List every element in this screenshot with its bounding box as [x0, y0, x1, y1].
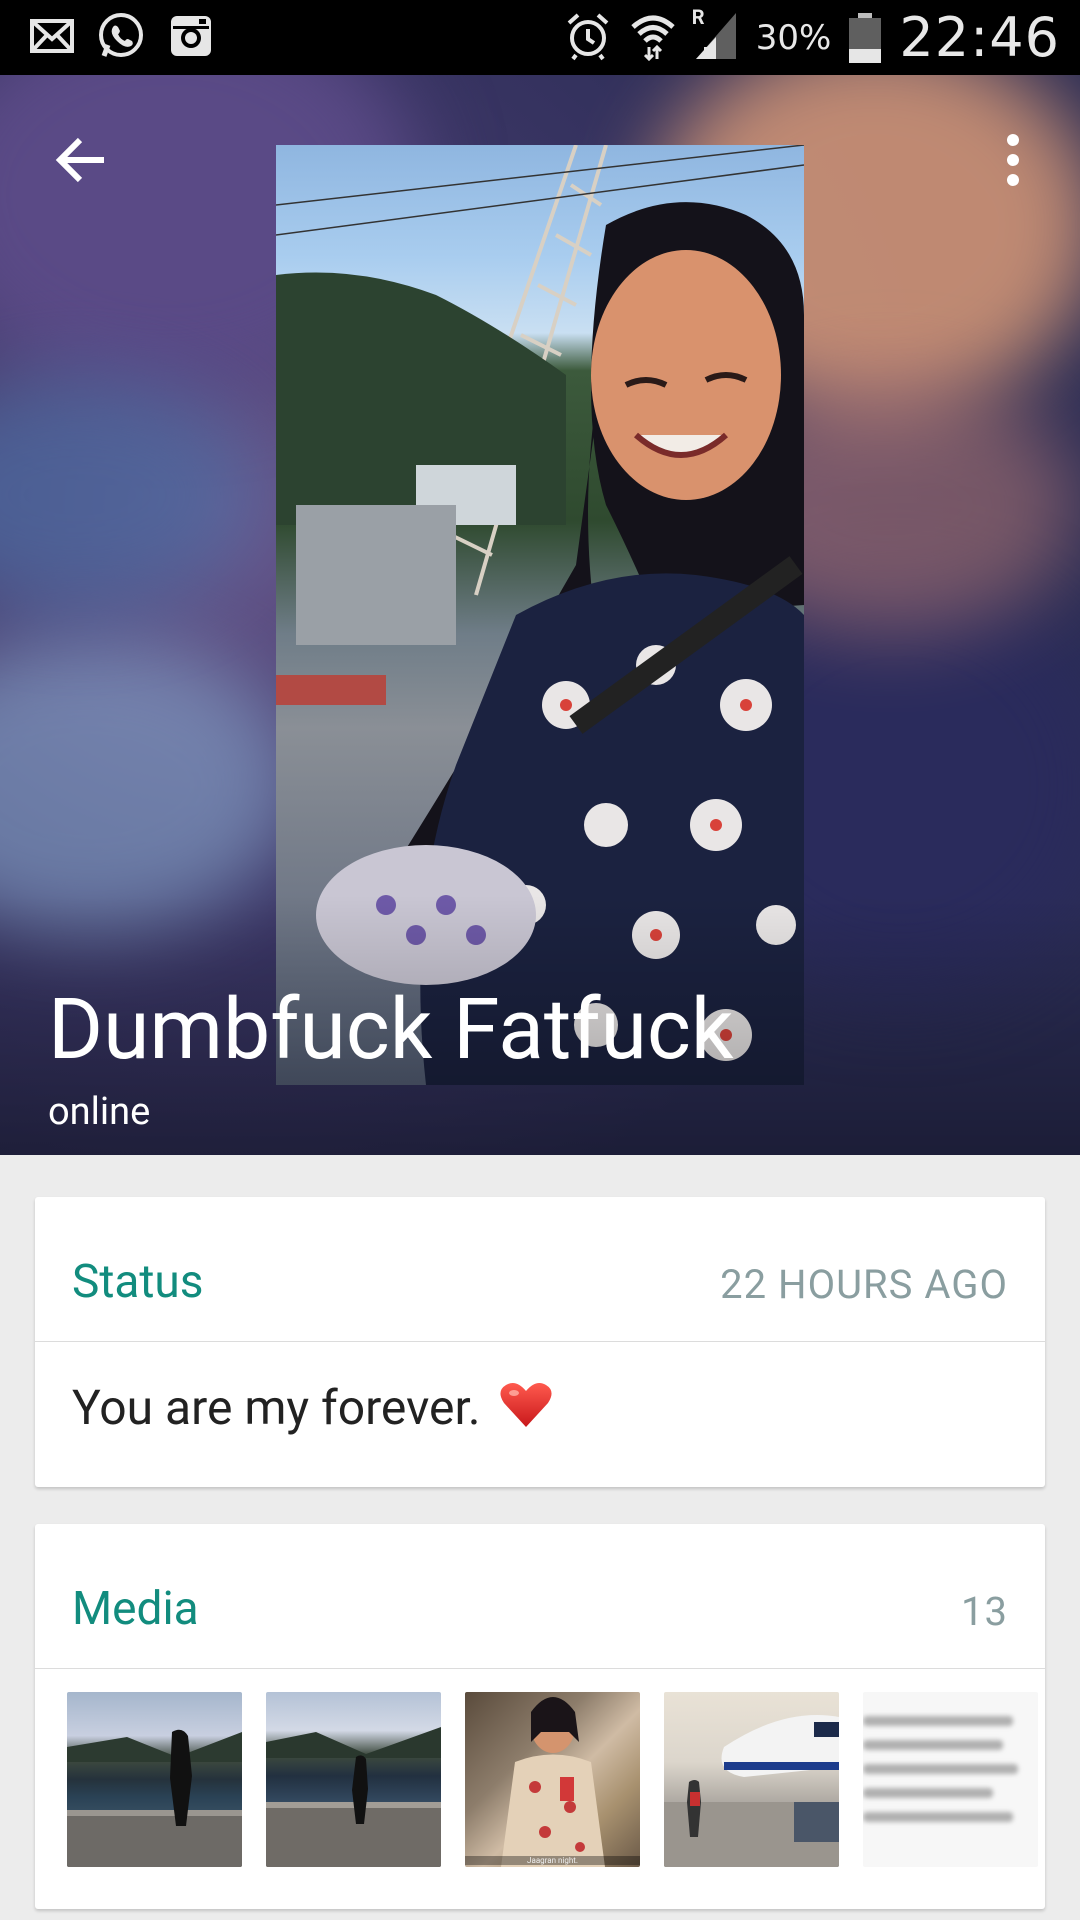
whatsapp-icon — [96, 11, 146, 65]
battery-percent: 30% — [755, 17, 832, 58]
status-title: Status — [72, 1255, 204, 1309]
media-thumb-text[interactable] — [863, 1692, 1038, 1867]
media-thumb-portrait[interactable]: Jaagran night. — [465, 1692, 640, 1867]
status-card[interactable]: Status 22 HOURS AGO You are my forever. — [35, 1197, 1045, 1487]
alarm-icon — [564, 11, 612, 65]
presence-status: online — [48, 1090, 151, 1134]
back-button[interactable] — [52, 130, 112, 190]
overflow-menu-button[interactable] — [988, 130, 1038, 190]
media-title: Media — [72, 1582, 199, 1636]
media-thumb-caption: Jaagran night. — [465, 1856, 640, 1865]
contact-name: Dumbfuck Fatfuck — [48, 980, 734, 1079]
media-thumb-airport[interactable] — [664, 1692, 839, 1867]
instagram-icon — [168, 13, 214, 63]
mail-icon — [30, 18, 74, 57]
roaming-indicator: R — [691, 4, 705, 29]
system-indicators: R 30% 22:46 — [564, 0, 1060, 75]
status-message-text: You are my forever. — [72, 1379, 481, 1436]
clock: 22:46 — [899, 6, 1060, 69]
media-thumb-lake-1[interactable] — [67, 1692, 242, 1867]
wifi-icon — [630, 11, 676, 65]
status-time-ago: 22 HOURS AGO — [720, 1261, 1008, 1308]
more-vert-icon — [1007, 134, 1019, 186]
notification-icons — [30, 10, 214, 65]
profile-header: Dumbfuck Fatfuck online — [0, 75, 1080, 1155]
media-card-header[interactable]: Media 13 — [35, 1524, 1045, 1669]
status-message: You are my forever. — [72, 1379, 552, 1441]
red-heart-icon — [500, 1381, 552, 1441]
status-bar: R 30% 22:46 — [0, 0, 1080, 75]
battery-icon — [849, 12, 882, 63]
media-thumbnails: Jaagran night. — [67, 1692, 1038, 1867]
arrow-back-icon — [55, 137, 104, 183]
signal-icon: R — [692, 5, 738, 65]
media-count: 13 — [961, 1588, 1008, 1635]
media-card[interactable]: Media 13 Jaagran night. — [35, 1524, 1045, 1909]
status-card-header: Status 22 HOURS AGO — [35, 1197, 1045, 1342]
media-thumb-lake-2[interactable] — [266, 1692, 441, 1867]
